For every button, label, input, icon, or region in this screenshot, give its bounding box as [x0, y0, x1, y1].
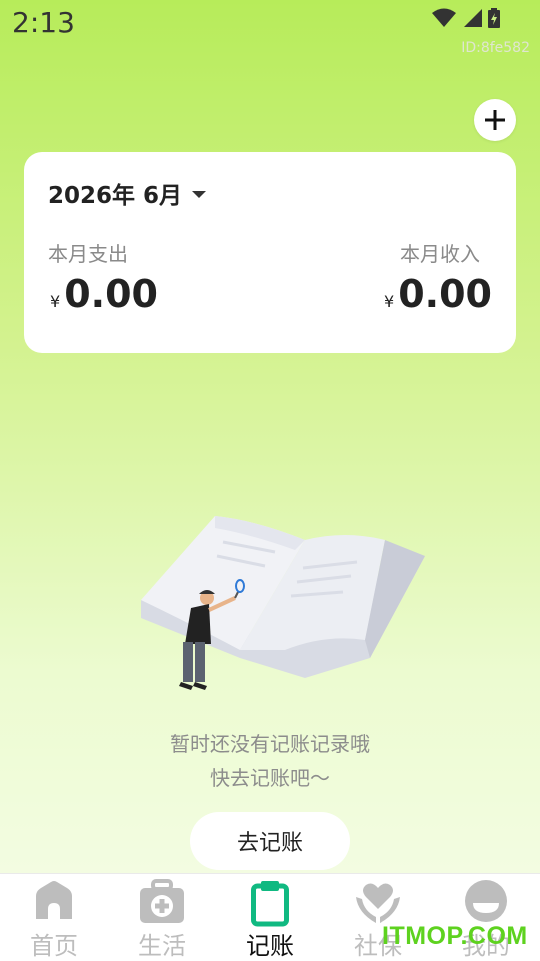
income-amount: 0.00 — [398, 272, 492, 316]
month-text: 2026年 6月 — [48, 183, 183, 209]
id-label: ID:8fe582 — [461, 40, 530, 56]
month-selector[interactable]: 2026年 6月 — [48, 176, 207, 210]
profile-icon — [465, 880, 507, 922]
expense-value: ¥ 0.00 — [50, 272, 158, 316]
status-icons — [432, 8, 500, 28]
home-icon — [36, 881, 72, 919]
signal-icon — [464, 9, 482, 27]
empty-message-secondary: 快去记账吧～ — [210, 766, 330, 790]
empty-book-illustration — [141, 516, 425, 690]
watermark-text: ITMOP.COM — [382, 922, 528, 950]
nav-item-life[interactable]: 生活 — [108, 874, 216, 961]
nav-item-bookkeeping[interactable]: 记账 — [216, 874, 324, 961]
clipboard-icon — [251, 881, 289, 927]
plus-icon — [485, 110, 505, 130]
wifi-icon — [432, 8, 456, 27]
income-currency: ¥ — [384, 292, 395, 311]
heart-hands-icon — [356, 883, 400, 923]
go-record-button[interactable]: 去记账 — [190, 812, 350, 870]
income-label: 本月收入 — [400, 242, 480, 266]
empty-message-primary: 暂时还没有记账记录哦 — [170, 732, 370, 756]
expense-currency: ¥ — [50, 292, 61, 311]
status-bar: 2:13 — [0, 0, 540, 44]
expense-amount: 0.00 — [64, 272, 158, 316]
nav-label-life: 生活 — [138, 932, 186, 960]
monthly-summary-card: 2026年 6月 本月支出 本月收入 ¥ 0.00 ¥ 0.00 — [24, 152, 516, 353]
income-value: ¥ 0.00 — [384, 272, 492, 316]
battery-icon — [488, 8, 500, 28]
expense-label: 本月支出 — [48, 242, 128, 266]
nav-item-home[interactable]: 首页 — [0, 874, 108, 961]
medical-kit-icon — [140, 879, 184, 923]
nav-label-home: 首页 — [30, 932, 78, 960]
caret-down-icon — [192, 190, 207, 198]
nav-label-bookkeeping: 记账 — [246, 932, 294, 960]
status-time: 2:13 — [12, 6, 75, 39]
add-button[interactable] — [474, 99, 516, 141]
